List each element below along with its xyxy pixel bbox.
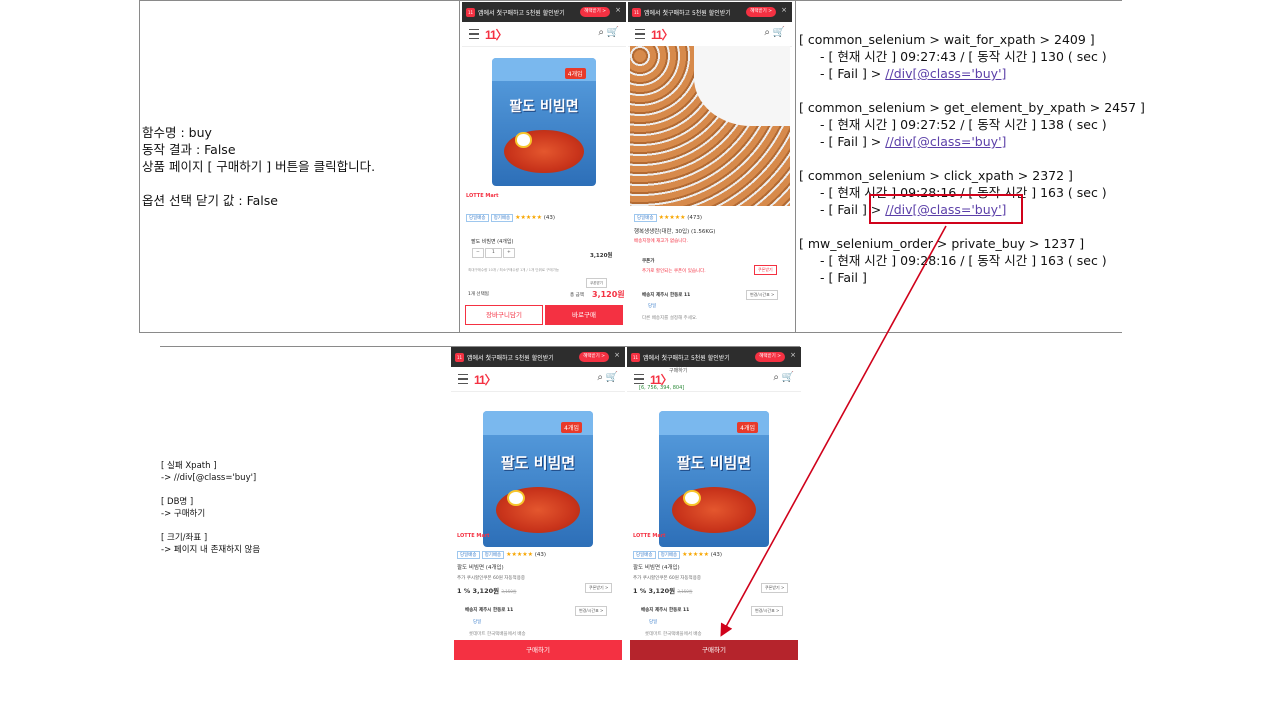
annotation-arrow (720, 225, 947, 637)
